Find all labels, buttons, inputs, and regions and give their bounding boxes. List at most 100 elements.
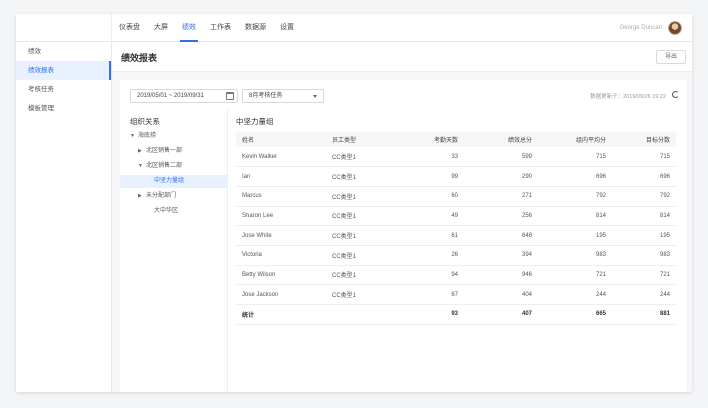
nav-item-bigscreen[interactable]: 大屏 (147, 14, 175, 42)
nav-item-worksheet[interactable]: 工作表 (203, 14, 238, 42)
table-header-row: 姓名 员工类型 考勤天数 绩效总分 组内平均分 目标分数 (236, 132, 676, 147)
tree-item-greater-china[interactable]: 大中华区 (154, 205, 220, 218)
tree-item-label: 未分配部门 (146, 193, 177, 199)
table-row[interactable]: Ian CC类型1 99 290 696 696 (236, 166, 676, 187)
cell-target-score: 715 (612, 147, 676, 168)
cell-total-score: 407 (464, 304, 538, 325)
table-row[interactable]: Jose White CC类型1 61 648 195 195 (236, 225, 676, 246)
cell-attendance-days: 94 (394, 265, 464, 286)
sidebar-item-template-management[interactable]: 模板管理 (16, 99, 111, 118)
cell-total-score: 256 (464, 206, 538, 227)
cell-employee-type: CC类型1 (326, 225, 394, 246)
tree-item-core-team[interactable]: 中坚力量组 (120, 175, 227, 188)
cell-employee-type: CC类型1 (326, 284, 394, 305)
table-area: 中坚力量组 姓名 员工类型 考勤天数 绩效总分 组内平均分 目标分数 Kevin… (228, 110, 686, 392)
cell-group-average: 696 (538, 166, 612, 187)
cell-group-average: 244 (538, 284, 612, 305)
column-header-attendance-days[interactable]: 考勤天数 (394, 132, 464, 147)
caret-down-icon[interactable]: ▼ (130, 130, 138, 143)
caret-right-icon[interactable]: ▶ (138, 190, 146, 203)
cell-group-average: 983 (538, 245, 612, 266)
column-header-employee-type[interactable]: 员工类型 (326, 132, 394, 147)
table-row[interactable]: Kevin Walker CC类型1 33 599 715 715 (236, 147, 676, 168)
cell-group-average: 814 (538, 206, 612, 227)
table-row[interactable]: Marcus CC类型1 60 271 792 792 (236, 186, 676, 207)
cell-employee-type: CC类型1 (326, 265, 394, 286)
calendar-icon (226, 92, 234, 100)
cell-name: Victoria (236, 245, 326, 266)
user-menu[interactable]: George Duncan (620, 14, 682, 42)
cell-total-score: 404 (464, 284, 538, 305)
cell-attendance-days: 99 (394, 166, 464, 187)
cell-group-average: 721 (538, 265, 612, 286)
cell-attendance-days: 61 (394, 225, 464, 246)
nav-item-settings[interactable]: 设置 (273, 14, 301, 42)
tree-item-unassigned[interactable]: ▶ 未分配部门 (138, 190, 220, 203)
cell-total-attendance: 93 (394, 304, 464, 325)
cell-target-score: 721 (612, 265, 676, 286)
org-tree-panel: 组织关系 ▼ 海底捞 ▶ 北区销售一部 ▼ 北区销售二部 中坚力量组 ▶ 未分配部门 大… (120, 110, 228, 392)
tree-item-label: 中坚力量组 (154, 178, 185, 184)
cell-employee-type: CC类型1 (326, 245, 394, 266)
sidebar-item-performance-report[interactable]: 绩效报表 (16, 61, 111, 80)
cell-name: Marcus (236, 186, 326, 207)
export-button[interactable]: 导出 (656, 50, 686, 64)
report-card: 2019/05/01 ~ 2019/09/31 8月考核任务 数据更新于：201… (120, 80, 686, 392)
date-range-value: 2019/05/01 ~ 2019/09/31 (137, 93, 204, 99)
cell-target-score: 792 (612, 186, 676, 207)
app-window: 仪表盘 大屏 绩效 工作表 数据源 设置 George Duncan 绩效 绩效… (16, 14, 692, 392)
nav-item-dashboard[interactable]: 仪表盘 (112, 14, 147, 42)
sidebar-item-performance[interactable]: 绩效 (16, 42, 111, 61)
cell-total-score: 290 (464, 166, 538, 187)
cell-total-empty (326, 304, 394, 325)
cell-group-average: 195 (538, 225, 612, 246)
date-range-picker[interactable]: 2019/05/01 ~ 2019/09/31 (130, 89, 238, 103)
tree-item-root[interactable]: ▼ 海底捞 (130, 130, 220, 143)
table-row[interactable]: Jose Jackson CC类型1 67 404 244 244 (236, 284, 676, 305)
tree-item-label: 北区销售一部 (146, 148, 183, 154)
tree-item-north-sales-1[interactable]: ▶ 北区销售一部 (138, 145, 220, 158)
cell-group-average: 715 (538, 147, 612, 168)
cell-target-score: 195 (612, 225, 676, 246)
task-select[interactable]: 8月考核任务 (242, 89, 324, 103)
refresh-icon[interactable] (672, 91, 679, 98)
tree-title: 组织关系 (130, 117, 160, 126)
cell-name: Jose White (236, 225, 326, 246)
caret-right-icon[interactable]: ▶ (138, 145, 146, 158)
nav-item-performance[interactable]: 绩效 (175, 14, 203, 42)
table-row[interactable]: Victoria CC类型1 26 394 983 983 (236, 245, 676, 266)
avatar[interactable] (668, 21, 682, 35)
column-header-total-score[interactable]: 绩效总分 (464, 132, 538, 147)
page-title: 绩效报表 (121, 53, 158, 63)
cell-attendance-days: 60 (394, 186, 464, 207)
table-total-row: 统计 93 407 665 881 (236, 304, 676, 325)
column-header-target-score[interactable]: 目标分数 (612, 132, 676, 147)
cell-target-score: 244 (612, 284, 676, 305)
logo-area (16, 14, 112, 42)
performance-table: 姓名 员工类型 考勤天数 绩效总分 组内平均分 目标分数 Kevin Walke… (236, 132, 676, 325)
top-navigation-bar: 仪表盘 大屏 绩效 工作表 数据源 设置 George Duncan (16, 14, 692, 42)
table-row[interactable]: Sharon Lee CC类型1 49 256 814 814 (236, 206, 676, 227)
cell-name: Jose Jackson (236, 284, 326, 305)
cell-total-score: 271 (464, 186, 538, 207)
column-header-group-average[interactable]: 组内平均分 (538, 132, 612, 147)
main-content: 绩效报表 导出 2019/05/01 ~ 2019/09/31 8月考核任务 数… (112, 42, 692, 392)
cell-target-score: 814 (612, 206, 676, 227)
tree-item-north-sales-2[interactable]: ▼ 北区销售二部 (138, 160, 220, 173)
cell-name: Ian (236, 166, 326, 187)
sidebar-item-assessment-tasks[interactable]: 考核任务 (16, 80, 111, 99)
cell-total-group-average: 665 (538, 304, 612, 325)
tree-item-label: 大中华区 (154, 208, 179, 214)
cell-total-score: 394 (464, 245, 538, 266)
update-time: 数据更新于：2019/09/26 19:22 (590, 94, 666, 100)
nav-item-datasource[interactable]: 数据源 (238, 14, 273, 42)
cell-total-score: 946 (464, 265, 538, 286)
table-row[interactable]: Betty Wilson CC类型1 94 946 721 721 (236, 265, 676, 286)
cell-attendance-days: 67 (394, 284, 464, 305)
user-name: George Duncan (619, 25, 662, 31)
column-header-name[interactable]: 姓名 (236, 132, 326, 147)
caret-down-icon[interactable]: ▼ (138, 160, 146, 173)
cell-employee-type: CC类型1 (326, 147, 394, 168)
cell-group-average: 792 (538, 186, 612, 207)
sidebar: 绩效 绩效报表 考核任务 模板管理 (16, 42, 112, 392)
